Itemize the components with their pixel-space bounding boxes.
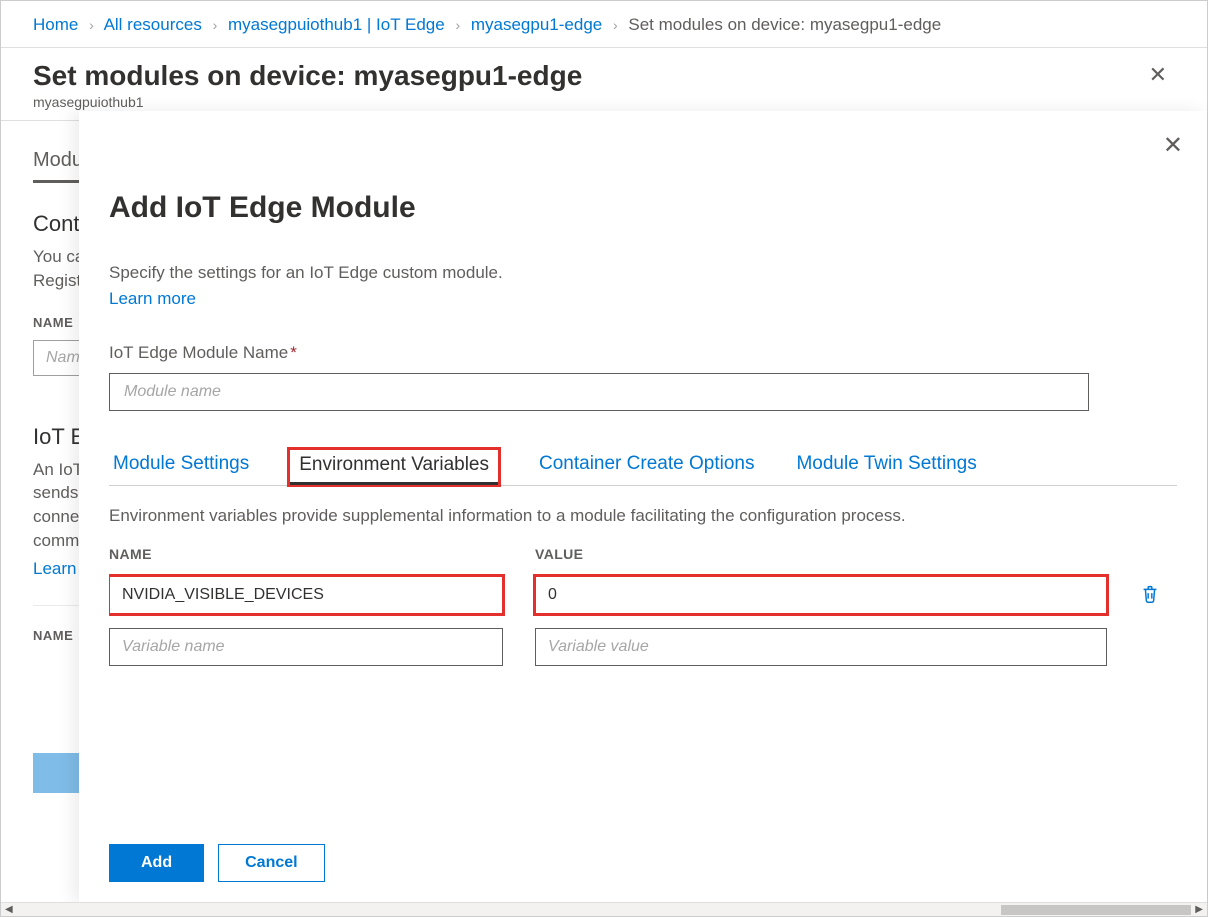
panel-title: Add IoT Edge Module xyxy=(109,191,1177,225)
tab-container-create-options[interactable]: Container Create Options xyxy=(535,447,758,485)
review-create-button-preview[interactable] xyxy=(33,753,83,793)
env-variables-grid: NAME VALUE NVIDIA_VISIBLE_DEVICES 0 xyxy=(109,546,1177,666)
module-name-label: IoT Edge Module Name* xyxy=(109,343,1177,363)
scrollbar-thumb[interactable] xyxy=(1001,905,1191,915)
tab-module-twin-settings[interactable]: Module Twin Settings xyxy=(792,447,980,485)
scroll-left-icon[interactable]: ◀ xyxy=(3,904,15,915)
env-col-header-name: NAME xyxy=(109,546,503,562)
env-name-input-new[interactable]: Variable name xyxy=(109,628,503,666)
env-col-header-value: VALUE xyxy=(535,546,1107,562)
env-value-input[interactable]: 0 xyxy=(535,576,1107,614)
env-row-new: Variable name Variable value xyxy=(109,628,1177,666)
chevron-right-icon: › xyxy=(455,17,460,33)
page-subtitle: myasegpuiothub1 xyxy=(33,94,582,110)
env-value-input-new[interactable]: Variable value xyxy=(535,628,1107,666)
env-name-input[interactable]: NVIDIA_VISIBLE_DEVICES xyxy=(109,576,503,614)
tab-environment-variables[interactable]: Environment Variables xyxy=(287,447,501,487)
delete-row-icon[interactable] xyxy=(1139,583,1163,608)
chevron-right-icon: › xyxy=(213,17,218,33)
page-title: Set modules on device: myasegpu1-edge xyxy=(33,60,582,92)
horizontal-scrollbar[interactable]: ◀ ▶ xyxy=(1,902,1207,916)
add-button[interactable]: Add xyxy=(109,844,204,882)
scroll-right-icon[interactable]: ▶ xyxy=(1193,904,1205,915)
panel-learn-more-link[interactable]: Learn more xyxy=(109,289,196,309)
tab-module-settings[interactable]: Module Settings xyxy=(109,447,253,485)
add-module-panel: ✕ Add IoT Edge Module Specify the settin… xyxy=(79,111,1207,902)
breadcrumb-iothub[interactable]: myasegpuiothub1 | IoT Edge xyxy=(228,15,445,34)
breadcrumb-current: Set modules on device: myasegpu1-edge xyxy=(628,15,941,34)
required-indicator: * xyxy=(290,343,297,362)
cancel-button[interactable]: Cancel xyxy=(218,844,324,882)
panel-tabs: Module Settings Environment Variables Co… xyxy=(109,447,1177,486)
breadcrumb-all-resources[interactable]: All resources xyxy=(104,15,202,34)
chevron-right-icon: › xyxy=(613,17,618,33)
chevron-right-icon: › xyxy=(89,17,94,33)
module-name-input[interactable]: Module name xyxy=(109,373,1089,411)
panel-close-icon[interactable]: ✕ xyxy=(1163,131,1183,160)
close-icon[interactable]: ✕ xyxy=(1141,60,1175,90)
panel-footer: Add Cancel xyxy=(109,822,1177,882)
breadcrumb: Home › All resources › myasegpuiothub1 |… xyxy=(1,1,1207,48)
env-description: Environment variables provide supplement… xyxy=(109,506,1177,526)
env-row: NVIDIA_VISIBLE_DEVICES 0 xyxy=(109,576,1177,614)
panel-desc: Specify the settings for an IoT Edge cus… xyxy=(109,263,1177,283)
breadcrumb-device[interactable]: myasegpu1-edge xyxy=(471,15,602,34)
breadcrumb-home[interactable]: Home xyxy=(33,15,78,34)
